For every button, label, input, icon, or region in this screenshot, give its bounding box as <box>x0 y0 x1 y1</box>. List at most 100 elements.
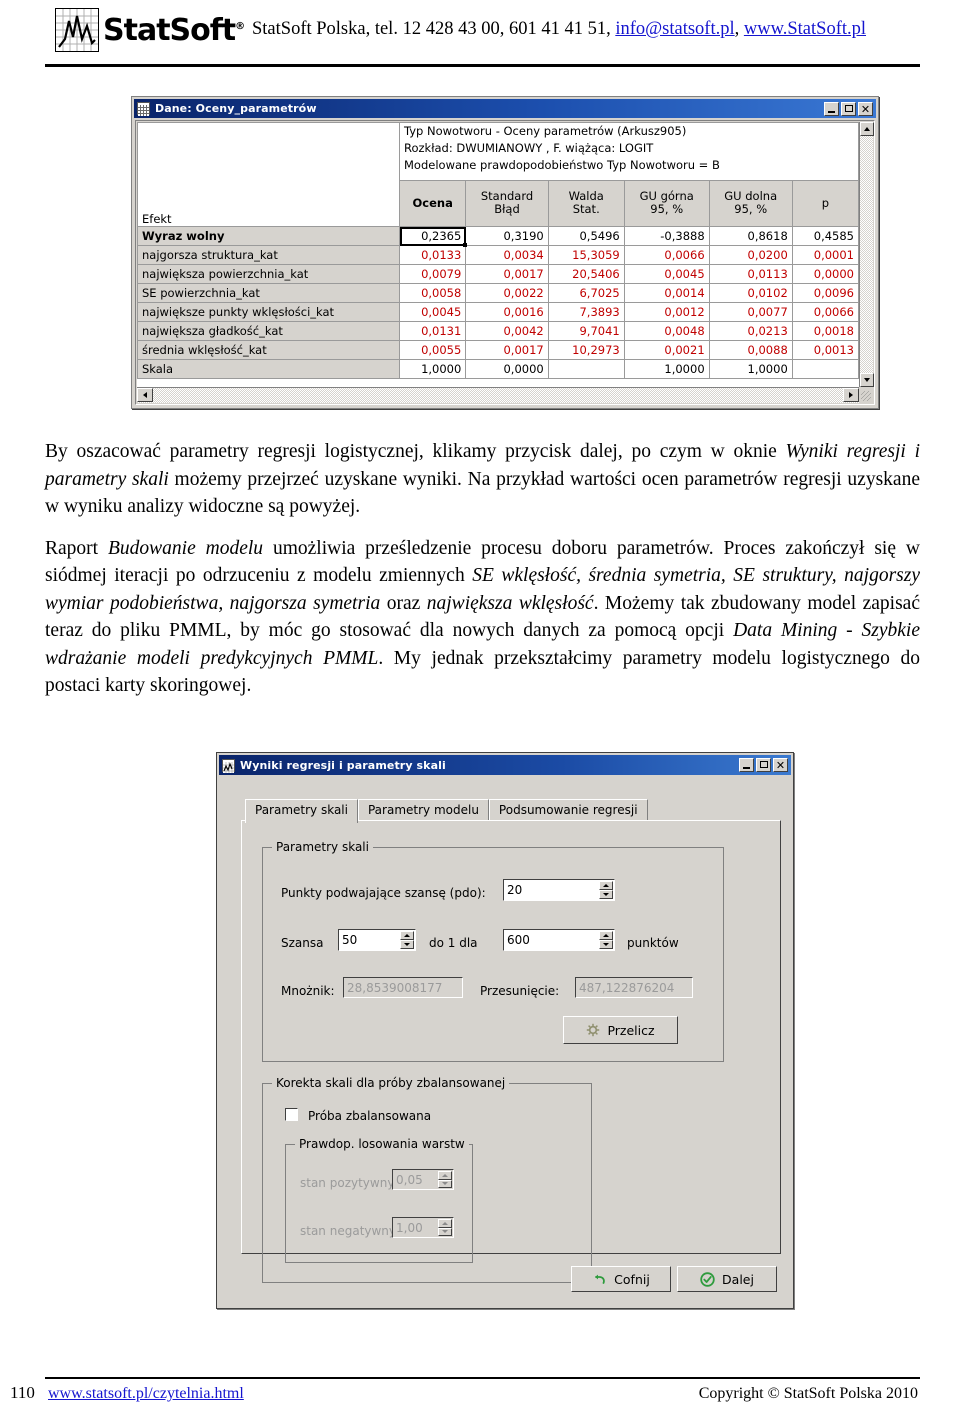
points-spin-up[interactable] <box>599 931 613 940</box>
row-label[interactable]: największa gładkość_kat <box>137 321 400 341</box>
table-cell[interactable]: 0,0200 <box>708 245 793 265</box>
balanced-sample-checkbox[interactable] <box>285 1108 298 1121</box>
pdo-spinner[interactable] <box>599 881 613 899</box>
minimize-button[interactable] <box>824 101 839 116</box>
back-button[interactable]: Cofnij <box>571 1266 671 1292</box>
tab-parametry-skali[interactable]: Parametry skali <box>245 799 358 823</box>
recalculate-button[interactable]: Przelicz <box>563 1016 678 1044</box>
row-label[interactable]: SE powierzchnia_kat <box>137 283 400 303</box>
tab-parametry-modelu[interactable]: Parametry modelu <box>357 799 489 821</box>
row-label[interactable]: największe punkty wklęsłości_kat <box>137 302 400 322</box>
column-header-5[interactable]: p <box>791 179 859 228</box>
table-cell[interactable]: 1,0000 <box>623 359 710 379</box>
table-cell[interactable]: 20,5406 <box>547 264 625 284</box>
table-cell[interactable]: 9,7041 <box>547 321 625 341</box>
table-cell[interactable]: 0,0048 <box>623 321 710 341</box>
table-cell[interactable]: 0,0017 <box>465 340 549 360</box>
table-cell[interactable]: 0,0113 <box>708 264 793 284</box>
table-cell[interactable]: 0,0066 <box>623 245 710 265</box>
table-cell[interactable]: 0,0096 <box>791 283 859 303</box>
row-label[interactable]: Skala <box>137 359 400 379</box>
odds-spin-up[interactable] <box>400 931 414 940</box>
table-cell[interactable]: 0,0021 <box>623 340 710 360</box>
table-cell[interactable]: 0,0088 <box>708 340 793 360</box>
data-window-titlebar[interactable]: Dane: Oceny_parametrów ✕ <box>134 99 876 118</box>
scroll-down-button[interactable] <box>860 373 874 387</box>
column-header-1[interactable]: Standard Błąd <box>465 179 549 228</box>
scroll-right-button[interactable] <box>843 388 859 402</box>
tab-podsumowanie-regresji[interactable]: Podsumowanie regresji <box>488 799 648 821</box>
points-spinner[interactable] <box>599 931 613 949</box>
table-cell[interactable]: 0,0102 <box>708 283 793 303</box>
column-header-2[interactable]: Walda Stat. <box>547 179 625 228</box>
maximize-button[interactable] <box>841 101 856 116</box>
table-cell[interactable]: 0,0213 <box>708 321 793 341</box>
scroll-left-button[interactable] <box>137 388 153 402</box>
table-cell[interactable] <box>791 359 859 379</box>
table-cell[interactable]: 0,0014 <box>623 283 710 303</box>
column-header-0[interactable]: Ocena <box>398 179 467 228</box>
table-cell[interactable]: 0,8618 <box>708 226 793 246</box>
row-label[interactable]: najgorsza struktura_kat <box>137 245 400 265</box>
table-cell[interactable]: 7,3893 <box>547 302 625 322</box>
table-cell[interactable]: 0,0045 <box>623 264 710 284</box>
parameters-table[interactable]: Efekt Typ Nowotworu - Oceny parametrów (A… <box>137 122 859 379</box>
table-cell[interactable]: 1,0000 <box>708 359 793 379</box>
dialog-maximize-button[interactable] <box>756 758 771 772</box>
dialog-close-button[interactable]: ✕ <box>773 758 788 772</box>
table-cell[interactable]: 0,0045 <box>398 302 467 322</box>
row-label[interactable]: największa powierzchnia_kat <box>137 264 400 284</box>
odds-input[interactable]: 50 <box>338 929 416 951</box>
table-cell[interactable]: 0,4585 <box>791 226 859 246</box>
table-cell[interactable]: 0,0131 <box>398 321 467 341</box>
table-cell[interactable]: 0,5496 <box>547 226 625 246</box>
website-link[interactable]: www.StatSoft.pl <box>744 19 866 39</box>
resize-grip[interactable] <box>859 387 873 403</box>
dialog-minimize-button[interactable] <box>739 758 754 772</box>
pdo-input[interactable]: 20 <box>503 879 615 901</box>
table-row[interactable]: największa gładkość_kat 0,0131 0,0042 9,704… <box>137 321 859 341</box>
pdo-spin-down[interactable] <box>599 890 613 899</box>
table-row[interactable]: największe punkty wklęsłości_kat 0,0045 0,… <box>137 302 859 322</box>
table-cell[interactable]: 0,0055 <box>398 340 467 360</box>
horizontal-scrollbar[interactable] <box>137 387 859 403</box>
table-row[interactable]: Skala 1,0000 0,0000 1,0000 1,0000 <box>137 359 859 379</box>
footer-link[interactable]: www.statsoft.pl/czytelnia.html <box>48 1385 244 1403</box>
email-link[interactable]: info@statsoft.pl <box>615 19 734 39</box>
table-cell[interactable]: 0,0001 <box>791 245 859 265</box>
table-cell[interactable]: 10,2973 <box>547 340 625 360</box>
column-header-4[interactable]: GU dolna 95, % <box>708 179 793 228</box>
table-cell[interactable]: 1,0000 <box>398 359 467 379</box>
table-cell[interactable]: 0,0079 <box>398 264 467 284</box>
table-cell[interactable]: 15,3059 <box>547 245 625 265</box>
table-cell[interactable]: 0,0066 <box>791 302 859 322</box>
odds-spin-down[interactable] <box>400 940 414 949</box>
table-cell[interactable]: 0,2365 <box>398 226 469 248</box>
table-cell[interactable]: 0,0022 <box>465 283 549 303</box>
table-cell[interactable]: 0,0000 <box>465 359 549 379</box>
close-button[interactable]: ✕ <box>858 101 873 116</box>
scroll-up-button[interactable] <box>860 122 874 136</box>
column-header-3[interactable]: GU górna 95, % <box>623 179 710 228</box>
table-row[interactable]: najgorsza struktura_kat 0,0133 0,0034 15,30… <box>137 245 859 265</box>
table-cell[interactable]: 0,0042 <box>465 321 549 341</box>
table-cell[interactable]: 0,0012 <box>623 302 710 322</box>
points-input[interactable]: 600 <box>503 929 615 951</box>
table-row[interactable]: największa powierzchnia_kat 0,0079 0,0017 2… <box>137 264 859 284</box>
table-cell[interactable]: 0,0034 <box>465 245 549 265</box>
table-cell[interactable]: 0,0018 <box>791 321 859 341</box>
table-row[interactable]: SE powierzchnia_kat 0,0058 0,0022 6,7025 0,0… <box>137 283 859 303</box>
table-cell[interactable]: 0,0000 <box>791 264 859 284</box>
table-cell[interactable]: 0,0016 <box>465 302 549 322</box>
next-button[interactable]: Dalej <box>677 1266 777 1292</box>
row-label[interactable]: Wyraz wolny <box>137 226 400 246</box>
vertical-scrollbar[interactable] <box>859 122 874 387</box>
table-cell[interactable]: 0,0077 <box>708 302 793 322</box>
dialog-titlebar[interactable]: Wyniki regresji i parametry skali ✕ <box>219 755 791 775</box>
table-cell[interactable]: -0,3888 <box>623 226 710 246</box>
points-spin-down[interactable] <box>599 940 613 949</box>
table-row[interactable]: Wyraz wolny 0,2365 0,3190 0,5496 -0,3888 0,86… <box>137 226 859 248</box>
table-cell[interactable]: 0,3190 <box>465 226 549 246</box>
table-cell[interactable] <box>547 359 625 379</box>
table-cell[interactable]: 0,0013 <box>791 340 859 360</box>
